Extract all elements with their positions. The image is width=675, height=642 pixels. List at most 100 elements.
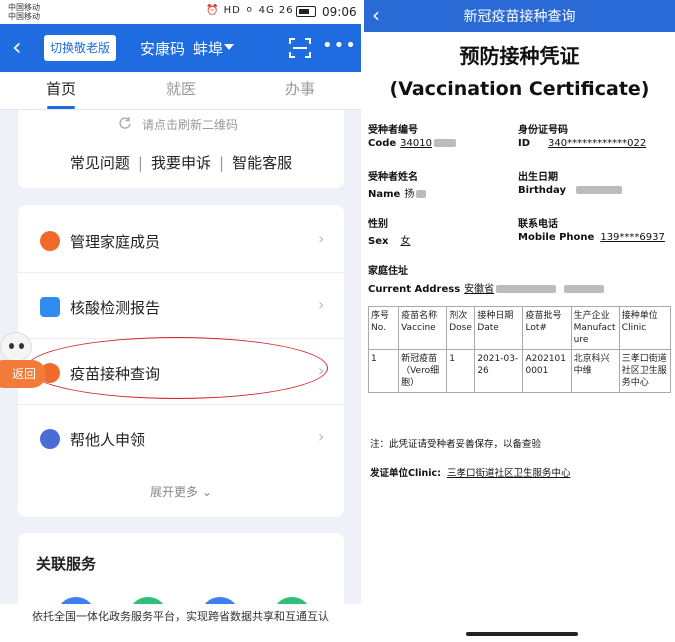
help-links: 常见问题 | 我要申诉 | 智能客服 (18, 152, 344, 173)
table-header-cell: 接种单位 Clinic (618, 306, 672, 350)
table-cell: 新冠疫苗（Vero细胞） (398, 349, 448, 393)
back-float-button[interactable]: 返回 (0, 360, 46, 388)
field-label: 家庭住址 (368, 266, 408, 277)
expand-more-button[interactable]: 展开更多 ⌄ (18, 483, 344, 500)
tab-services[interactable]: 办事 (270, 78, 330, 99)
field-value: 34010 (400, 138, 432, 149)
field-value: 扬 (404, 189, 415, 200)
expand-more-label: 展开更多 (150, 485, 199, 499)
mascot-icon[interactable] (0, 332, 32, 362)
tab-home[interactable]: 首页 (31, 78, 91, 99)
table-cell: 北京科兴中维 (570, 349, 620, 393)
app-title: 安康码 (140, 40, 186, 58)
report-icon (40, 297, 60, 317)
scan-icon[interactable] (288, 36, 312, 60)
issuer-field: 发证单位Clinic: 三孝口街道社区卫生服务中心 (370, 465, 570, 479)
redacted-mask (564, 285, 605, 293)
table-header-cell: 接种日期 Date (474, 306, 524, 350)
menu-item-label: 帮他人申领 (70, 431, 146, 449)
table-header-cell: 疫苗名称 Vaccine (398, 306, 448, 350)
chevron-down-icon[interactable] (224, 44, 234, 50)
certificate-title: 预防接种凭证 (459, 44, 580, 68)
table-cell: 1 (367, 349, 400, 393)
table-row: 1 新冠疫苗（Vero细胞） 1 2021-03-26 A2021010001 … (367, 349, 672, 393)
field-label: 身份证号码 (518, 125, 568, 136)
city-selector[interactable]: 蚌埠 (193, 38, 223, 59)
right-screen: ‹ 新冠疫苗接种查询 预防接种凭证 (Vaccination Certifica… (364, 0, 675, 642)
table-header-row: 序号 No. 疫苗名称 Vaccine 剂次 Dose 接种日期 Date 疫苗批号 Lo… (367, 306, 672, 350)
elder-mode-button[interactable]: 切换敬老版 (44, 35, 116, 61)
table-cell: 1 (446, 349, 476, 393)
battery-icon (296, 6, 316, 17)
field-label: 性别 (368, 219, 388, 230)
menu-item-apply-for-others[interactable]: 帮他人申领 › (18, 405, 344, 471)
redacted-mask (496, 285, 557, 293)
menu-item-family[interactable]: 管理家庭成员 › (18, 207, 344, 273)
qr-card: 请点击刷新二维码 常见问题 | 我要申诉 | 智能客服 (18, 110, 344, 188)
phone-field: Mobile Phone 139****6937 (518, 232, 665, 243)
left-screen: 中国移动 中国移动 ⏰ HD ⚪ 4G 26 09:06 ‹ 切换敬老版 安康码… (0, 0, 361, 642)
chevron-down-icon: ⌄ (201, 485, 212, 499)
field-label-en: Current Address (368, 284, 461, 295)
redacted-mask (433, 139, 456, 147)
home-indicator[interactable] (466, 632, 578, 636)
faq-link[interactable]: 常见问题 (70, 154, 130, 172)
menu-item-label: 管理家庭成员 (70, 233, 161, 251)
field-label-en: ID (518, 138, 531, 149)
menu-item-nucleic[interactable]: 核酸检测报告 › (18, 273, 344, 339)
field-label: 出生日期 (518, 172, 558, 183)
clock: 09:06 (322, 5, 357, 19)
table-header-cell: 剂次 Dose (446, 306, 476, 350)
refresh-qr-text[interactable]: 请点击刷新二维码 (142, 116, 238, 133)
address-field: Current Address 安徽省 (368, 280, 605, 295)
field-value: 340************022 (548, 138, 647, 149)
field-label-en: Birthday (518, 185, 566, 196)
table-cell: A2021010001 (522, 349, 572, 393)
certificate-subtitle: (Vaccination Certificate) (389, 78, 650, 100)
appeal-link[interactable]: 我要申诉 (151, 154, 211, 172)
family-icon (40, 231, 60, 251)
field-value: 女 (400, 236, 411, 247)
vaccination-table: 序号 No. 疫苗名称 Vaccine 剂次 Dose 接种日期 Date 疫苗批号 Lo… (367, 306, 672, 393)
section-title: 关联服务 (36, 555, 97, 573)
page-title: 新冠疫苗接种查询 (463, 9, 576, 25)
sex-field: Sex 女 (368, 232, 410, 247)
name-field: Name 扬 (368, 185, 427, 200)
field-label-en: Name (368, 189, 401, 200)
table-header-cell: 序号 No. (367, 306, 400, 350)
field-label-en: Mobile Phone (518, 232, 595, 243)
person-icon (40, 429, 60, 449)
refresh-icon[interactable] (118, 116, 132, 130)
field-label: 受种者编号 (368, 125, 418, 136)
divider: | (137, 154, 143, 172)
red-highlight-ellipse (26, 337, 328, 399)
status-bar: 中国移动 中国移动 ⏰ HD ⚪ 4G 26 09:06 (0, 0, 361, 24)
table-header-cell: 生产企业 Manufacture (570, 306, 620, 350)
tab-medical[interactable]: 就医 (151, 78, 211, 99)
birthday-field: Birthday (518, 185, 622, 196)
active-tab-indicator (47, 106, 75, 109)
back-arrow-icon[interactable]: ‹ (12, 33, 22, 61)
table-cell: 三孝口街道社区卫生服务中心 (618, 349, 672, 393)
carrier-label: 中国移动 (8, 12, 40, 21)
footer-note: 依托全国一体化政务服务平台，实现跨省数据共享和互通互认 (0, 604, 361, 642)
more-icon[interactable]: ••• (322, 35, 357, 56)
field-label: 联系电话 (518, 219, 558, 230)
field-value: 安徽省 (464, 284, 495, 295)
redacted-mask (416, 190, 427, 198)
issuer-value: 三孝口街道社区卫生服务中心 (446, 468, 571, 479)
divider: | (219, 154, 225, 172)
menu-item-label: 核酸检测报告 (70, 299, 161, 317)
chevron-right-icon: › (318, 229, 325, 248)
storage-note: 注：此凭证请受种者妥善保存，以备查验 (370, 439, 542, 450)
status-icons: ⏰ HD ⚪ 4G 26 (206, 5, 294, 16)
code-field: Code 34010 (368, 138, 456, 149)
carrier-label: 中国移动 (8, 3, 40, 12)
chevron-right-icon: › (318, 427, 325, 446)
table-cell: 2021-03-26 (474, 349, 524, 393)
smart-service-link[interactable]: 智能客服 (232, 154, 292, 172)
app-header: ‹ 切换敬老版 安康码 蚌埠 ••• (0, 24, 361, 72)
field-label-en: Code (368, 138, 397, 149)
chevron-right-icon: › (318, 295, 325, 314)
redacted-mask (576, 186, 622, 194)
